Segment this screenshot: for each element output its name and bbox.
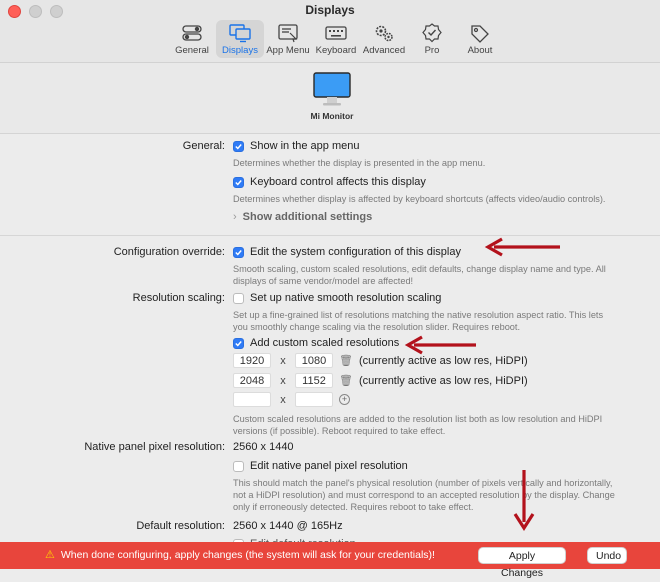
tab-keyboard-label: Keyboard [315, 45, 357, 56]
new-resolution-row: x + [233, 392, 350, 407]
new-resolution-width-field[interactable] [233, 392, 271, 407]
native-panel-label: Native panel pixel resolution: [84, 441, 225, 453]
toggles-icon [182, 25, 202, 41]
tab-about[interactable]: About [456, 20, 504, 58]
tag-icon [471, 25, 489, 43]
edit-native-panel-label: Edit native panel pixel resolution [250, 460, 408, 472]
preferences-toolbar: General Displays App Menu Keyboard Advan… [168, 20, 504, 58]
apply-changes-button[interactable]: Apply Changes [478, 547, 566, 579]
keyboard-control-checkbox[interactable] [233, 176, 244, 188]
show-additional-settings-label: Show additional settings [242, 211, 373, 223]
times-sign: x [280, 374, 286, 387]
general-label: General: [182, 140, 225, 152]
times-sign: x [280, 354, 286, 367]
app-menu-icon [278, 24, 298, 43]
native-panel-desc-2: not a HiDPI resolution) and must corresp… [233, 490, 615, 500]
resolution-row: 2048 x 1152 🗑 (currently active as low r… [233, 373, 528, 388]
tab-app-menu-label: App Menu [266, 45, 310, 56]
new-resolution-height-field[interactable] [295, 392, 333, 407]
edit-system-config-checkbox[interactable] [233, 246, 244, 258]
resolution-scaling-label: Resolution scaling: [132, 292, 225, 304]
checkmark-icon [235, 340, 242, 347]
resolution-width-field[interactable]: 1920 [233, 353, 271, 368]
custom-res-desc-2: versions (if possible). Reboot required … [233, 426, 446, 436]
native-smooth-scaling-label: Set up native smooth resolution scaling [250, 292, 442, 304]
scaling-desc-1: Set up a fine-grained list of resolution… [233, 310, 604, 320]
undo-button[interactable]: Undo [587, 547, 627, 564]
show-in-app-menu-desc: Determines whether the display is presen… [233, 158, 486, 168]
tab-keyboard[interactable]: Keyboard [312, 20, 360, 58]
keyboard-control-label: Keyboard control affects this display [250, 176, 426, 188]
apply-changes-bar: ⚠ When done configuring, apply changes (… [0, 542, 660, 579]
tab-displays[interactable]: Displays [216, 20, 264, 58]
tab-app-menu[interactable]: App Menu [264, 20, 312, 58]
native-panel-desc-1: This should match the panel's physical r… [233, 478, 613, 488]
title-bar: Displays General Displays App Menu Keybo… [0, 0, 660, 63]
tab-general[interactable]: General [168, 20, 216, 58]
keyboard-control-toggle[interactable]: Keyboard control affects this display [233, 176, 426, 188]
show-in-app-menu-label: Show in the app menu [250, 140, 360, 152]
annotation-arrow [513, 470, 535, 531]
tab-pro-label: Pro [424, 45, 440, 56]
checkmark-icon [235, 249, 242, 256]
default-resolution-value: 2560 x 1440 @ 165Hz [233, 520, 343, 532]
edit-native-panel-toggle[interactable]: Edit native panel pixel resolution [233, 460, 408, 472]
resolution-height-field[interactable]: 1080 [295, 353, 333, 368]
annotation-arrow [484, 237, 560, 257]
edit-system-config-label: Edit the system configuration of this di… [250, 246, 461, 258]
window-title: Displays [305, 3, 355, 17]
apply-warning-text: When done configuring, apply changes (th… [60, 548, 435, 561]
custom-res-desc-1: Custom scaled resolutions are added to t… [233, 414, 603, 424]
times-sign: x [280, 393, 286, 406]
show-additional-settings[interactable]: › Show additional settings [233, 211, 372, 223]
badge-check-icon [422, 23, 442, 43]
native-smooth-scaling-checkbox[interactable] [233, 292, 244, 304]
tab-about-label: About [467, 45, 493, 56]
tab-advanced[interactable]: Advanced [360, 20, 408, 58]
tab-displays-label: Displays [222, 45, 258, 56]
checkmark-icon [235, 143, 242, 150]
monitor-icon [313, 72, 351, 106]
native-smooth-scaling-toggle[interactable]: Set up native smooth resolution scaling [233, 292, 441, 304]
trash-icon[interactable]: 🗑 [339, 354, 353, 367]
scaling-desc-2: you smoothly change scaling via the reso… [233, 322, 521, 332]
display-item-mi-monitor[interactable] [313, 72, 351, 111]
resolution-height-field[interactable]: 1152 [295, 373, 333, 388]
resolution-status: (currently active as low res, HiDPI) [358, 374, 528, 387]
trash-icon[interactable]: 🗑 [339, 374, 353, 387]
edit-native-panel-checkbox[interactable] [233, 460, 244, 472]
keyboard-control-desc: Determines whether display is affected b… [233, 194, 606, 204]
override-desc-2: displays of same vendor/model are affect… [233, 276, 414, 286]
override-desc-1: Smooth scaling, custom scaled resolution… [233, 264, 606, 274]
display-name: Mi Monitor [310, 111, 354, 121]
custom-scaled-resolutions-checkbox[interactable] [233, 337, 244, 349]
resolution-status: (currently active as low res, HiDPI) [358, 354, 528, 367]
tab-pro[interactable]: Pro [408, 20, 456, 58]
keyboard-icon [325, 26, 347, 40]
settings-content: General: Show in the app menu Determines… [0, 134, 660, 550]
show-in-app-menu-checkbox[interactable] [233, 140, 244, 152]
chevron-right-icon: › [233, 211, 237, 223]
displays-icon [229, 24, 251, 43]
apply-warning: ⚠ When done configuring, apply changes (… [45, 548, 435, 562]
resolution-row: 1920 x 1080 🗑 (currently active as low r… [233, 353, 528, 368]
native-panel-desc-3: only if erroneously detected. Requires r… [233, 502, 474, 512]
warning-icon: ⚠ [45, 549, 55, 561]
configuration-override-label: Configuration override: [113, 246, 225, 258]
custom-scaled-resolutions-toggle[interactable]: Add custom scaled resolutions [233, 337, 399, 349]
tab-advanced-label: Advanced [362, 45, 406, 56]
default-resolution-label: Default resolution: [136, 520, 225, 532]
display-selector: Mi Monitor [0, 63, 660, 134]
resolution-width-field[interactable]: 2048 [233, 373, 271, 388]
add-resolution-icon[interactable]: + [339, 394, 350, 405]
checkmark-icon [235, 179, 242, 186]
gears-icon [375, 25, 393, 42]
tab-general-label: General [175, 45, 209, 56]
edit-system-config-toggle[interactable]: Edit the system configuration of this di… [233, 246, 461, 258]
annotation-arrow [404, 335, 476, 355]
custom-scaled-resolutions-label: Add custom scaled resolutions [250, 337, 400, 349]
show-in-app-menu-toggle[interactable]: Show in the app menu [233, 140, 359, 152]
native-panel-value: 2560 x 1440 [233, 441, 294, 453]
